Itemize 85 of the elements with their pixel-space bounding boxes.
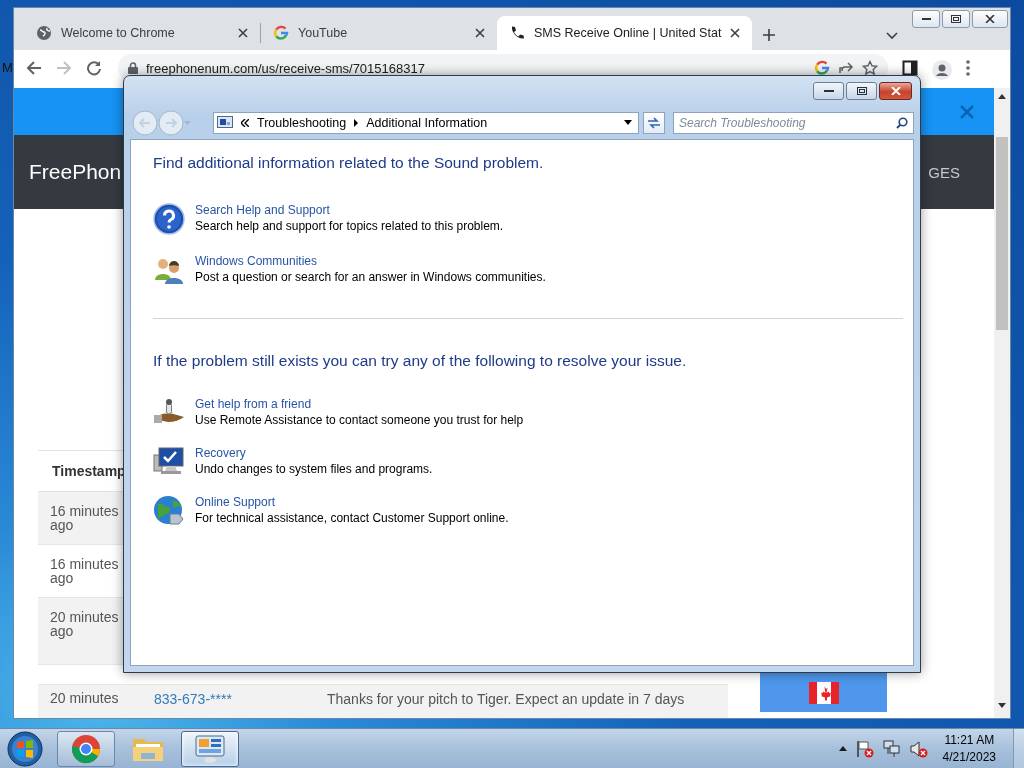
nav-link[interactable]: GES <box>928 163 960 181</box>
close-button[interactable] <box>879 82 912 100</box>
back-arrow-icon[interactable] <box>26 60 42 76</box>
clock-date: 4/21/2023 <box>942 748 996 766</box>
chevron-down-icon[interactable] <box>886 32 898 40</box>
phone-icon <box>509 25 525 41</box>
speaker-muted-icon[interactable] <box>909 739 928 758</box>
scrollbar[interactable] <box>994 88 1010 718</box>
profile-icon[interactable] <box>932 60 952 80</box>
minimize-icon <box>921 17 931 21</box>
address-bar[interactable]: Troubleshooting Additional Information <box>213 111 640 134</box>
timestamp-cell-text: 16 minutes ago <box>50 557 120 588</box>
clock-time: 11:21 AM <box>944 731 995 749</box>
timestamp-cell-text: 20 minutes <box>50 691 120 708</box>
control-panel-icon <box>194 733 226 764</box>
scroll-down-icon[interactable] <box>998 703 1006 708</box>
timestamp-cell-text: 20 minutes ago <box>50 610 120 641</box>
refresh-icon <box>647 116 662 129</box>
close-button[interactable] <box>972 10 1008 28</box>
breadcrumb-item[interactable]: Troubleshooting <box>257 115 347 130</box>
lock-icon <box>128 62 138 74</box>
desktop-icon-label: M <box>2 60 13 75</box>
taskbar-button[interactable] <box>57 730 115 767</box>
breadcrumb-arrow-icon[interactable] <box>354 118 359 127</box>
task-description: Undo changes to system files and programs. <box>195 462 433 476</box>
double-chevron-icon[interactable] <box>241 118 249 127</box>
close-icon <box>890 87 901 95</box>
menu-dots-icon[interactable] <box>966 60 970 76</box>
breadcrumb-item[interactable]: Additional Information <box>366 115 488 130</box>
start-orb-icon[interactable] <box>7 730 43 767</box>
search-field[interactable]: Search Troubleshooting <box>673 111 914 134</box>
search-icon[interactable] <box>896 116 908 129</box>
message-cell-text: Thanks for your pitch to Tiger. Expect an update in 7 days <box>327 691 685 709</box>
google-icon <box>814 60 830 76</box>
task-description: For technical assistance, contact Customer Support online. <box>195 511 509 525</box>
task-description: Use Remote Assistance to contact someone you trust for help <box>195 413 524 427</box>
globe-icon <box>36 25 52 41</box>
task-description: Search help and support for topics related to this problem. <box>195 219 504 233</box>
remote-assistance-icon <box>153 397 185 425</box>
maximize-button[interactable] <box>942 10 970 28</box>
close-icon[interactable] <box>238 28 248 38</box>
google-icon <box>273 25 289 41</box>
browser-tab[interactable]: SMS Receive Online | United Stat <box>497 16 753 50</box>
network-icon[interactable] <box>882 739 901 758</box>
task-description: Post a question or search for an answer in Windows communities. <box>195 270 546 284</box>
reload-icon[interactable] <box>86 60 102 76</box>
question-mark-icon <box>153 203 185 235</box>
close-icon[interactable] <box>475 28 485 38</box>
show-hidden-icons-icon[interactable] <box>838 746 847 751</box>
maximize-button[interactable] <box>846 82 877 100</box>
timestamp-cell-text: 16 minutes ago <box>50 504 120 535</box>
task-link[interactable]: Windows Communities <box>195 254 318 268</box>
browser-tab[interactable]: Welcome to Chrome <box>24 16 260 50</box>
site-brand[interactable]: FreePhon <box>29 160 122 184</box>
minimize-button[interactable] <box>813 82 844 100</box>
plus-icon[interactable] <box>762 28 777 42</box>
phone-number-link[interactable]: 833-673-**** <box>154 691 327 718</box>
star-icon[interactable] <box>862 60 878 76</box>
section-heading: Find additional information related to the Sound problem. <box>153 154 545 172</box>
restore-icon <box>856 87 867 95</box>
browser-tab[interactable]: YouTube <box>261 16 497 50</box>
task-link[interactable]: Search Help and Support <box>195 203 330 217</box>
taskbar-button[interactable] <box>181 730 239 767</box>
side-panel-icon[interactable] <box>902 60 918 76</box>
task-link[interactable]: Get help from a friend <box>195 397 312 411</box>
monitor-icon <box>153 446 185 476</box>
section-heading: If the problem still exists you can try any of the following to resolve your issue. <box>153 352 688 370</box>
show-desktop-button[interactable] <box>1013 728 1024 768</box>
task-link[interactable]: Online Support <box>195 495 276 509</box>
restore-icon <box>951 15 961 23</box>
minimize-button[interactable] <box>912 10 940 28</box>
chrome-icon <box>71 733 101 764</box>
dropdown-arrow-icon[interactable] <box>624 120 633 125</box>
share-icon[interactable] <box>838 60 854 76</box>
flag-alert-icon[interactable] <box>855 739 874 758</box>
refresh-button[interactable] <box>643 111 665 134</box>
scroll-up-icon[interactable] <box>998 94 1006 99</box>
globe-icon <box>153 495 185 527</box>
scrollbar-thumb[interactable] <box>996 137 1008 330</box>
clock[interactable]: 11:21 AM 4/21/2023 <box>942 731 996 766</box>
control-panel-icon <box>217 115 233 130</box>
close-icon <box>985 15 995 23</box>
url-text: freephonenum.com/us/receive-sms/7015168317 <box>146 60 426 76</box>
flag-icon <box>808 682 839 704</box>
close-icon[interactable] <box>730 28 741 38</box>
